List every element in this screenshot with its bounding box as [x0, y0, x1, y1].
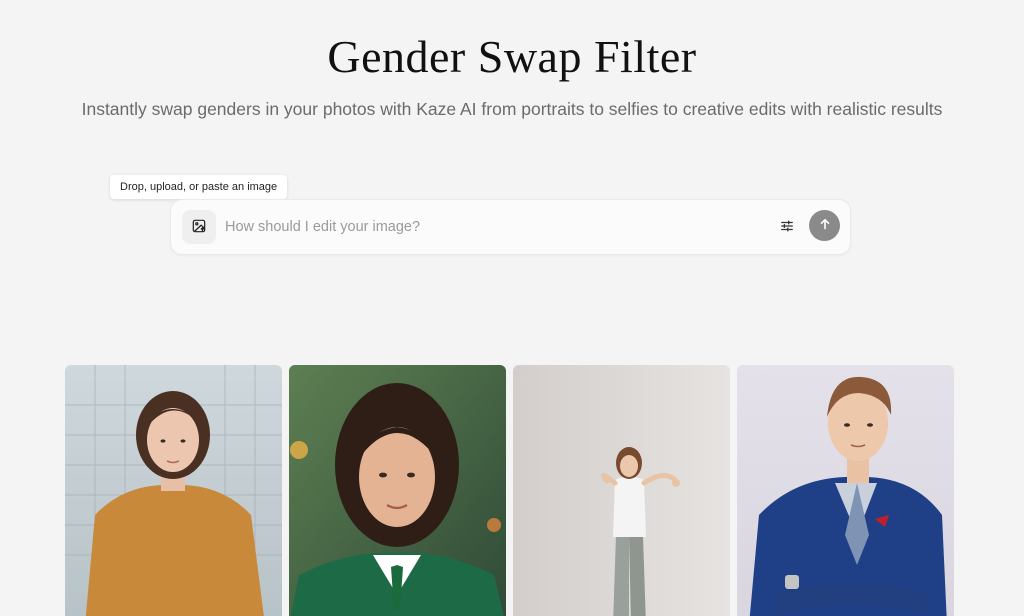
settings-button[interactable] — [775, 215, 799, 239]
upload-tooltip: Drop, upload, or paste an image — [110, 175, 288, 199]
upload-image-button[interactable] — [182, 210, 216, 244]
portrait-photo — [289, 365, 506, 616]
send-button[interactable] — [809, 210, 840, 241]
portrait-photo — [737, 365, 954, 616]
portrait-photo — [513, 365, 730, 616]
prompt-bar — [170, 199, 851, 255]
arrow-up-icon — [819, 218, 831, 233]
page-subtitle: Instantly swap genders in your photos wi… — [81, 99, 943, 119]
gallery-card[interactable] — [513, 365, 730, 616]
gallery-card[interactable] — [737, 365, 954, 616]
sliders-icon — [780, 219, 794, 236]
portrait-photo — [65, 365, 282, 616]
gallery-card[interactable] — [289, 365, 506, 616]
prompt-input[interactable] — [225, 213, 765, 241]
image-upload-icon — [192, 219, 206, 236]
example-gallery — [65, 365, 954, 616]
gallery-card[interactable] — [65, 365, 282, 616]
page-title: Gender Swap Filter — [327, 31, 697, 82]
